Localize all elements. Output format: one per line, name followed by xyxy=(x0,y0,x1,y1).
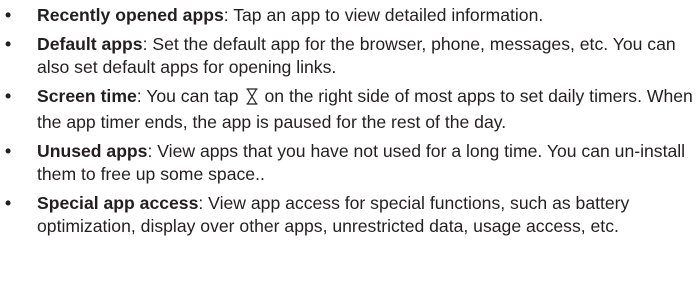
list-item-special-app-access: • Special app access: View app access fo… xyxy=(0,192,697,238)
bullet-dot: • xyxy=(5,141,12,161)
item-description-before-icon: : You can tap xyxy=(136,86,239,106)
bullet-dot: • xyxy=(5,193,12,213)
item-term: Default apps xyxy=(37,34,143,54)
bullet-dot: • xyxy=(5,5,12,25)
item-term: Special app access xyxy=(37,193,199,213)
list-item-unused-apps: • Unused apps: View apps that you have n… xyxy=(0,140,697,186)
bullet-list: • Recently opened apps: Tap an app to vi… xyxy=(0,4,699,238)
list-item-recently-opened-apps: • Recently opened apps: Tap an app to vi… xyxy=(0,4,697,27)
bullet-dot: • xyxy=(5,34,12,54)
item-term: Recently opened apps xyxy=(37,5,224,25)
hourglass-icon xyxy=(245,88,259,111)
item-description: : Tap an app to view detailed informatio… xyxy=(223,5,544,25)
list-item-default-apps: • Default apps: Set the default app for … xyxy=(0,33,697,79)
document-page: • Recently opened apps: Tap an app to vi… xyxy=(0,4,699,298)
bullet-dot: • xyxy=(5,86,12,106)
item-term: Screen time xyxy=(37,86,137,106)
item-term: Unused apps xyxy=(37,141,148,161)
list-item-screen-time: • Screen time: You can tap on the right s… xyxy=(0,85,697,134)
